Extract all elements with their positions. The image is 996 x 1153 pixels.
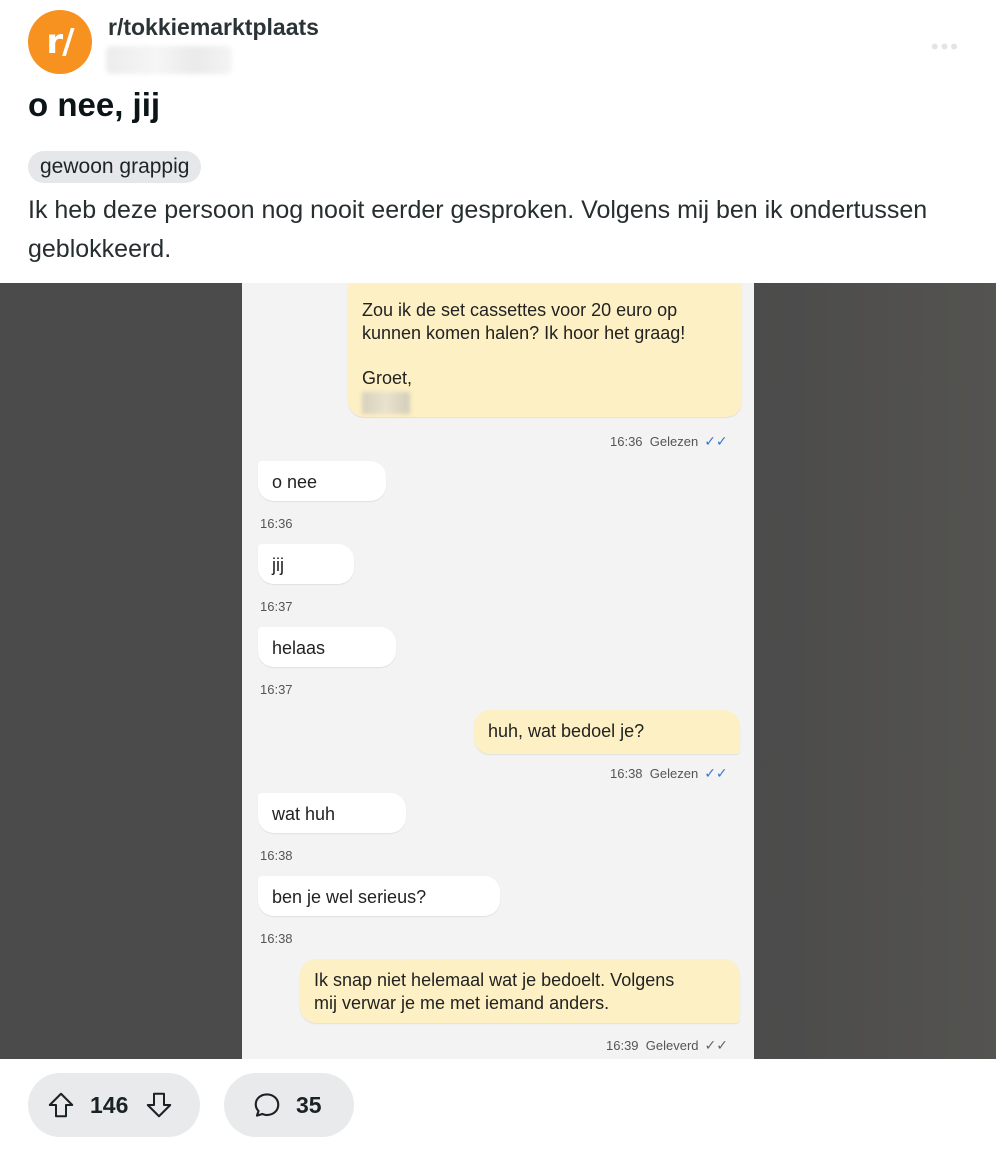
chat-bubble-outgoing: Ik snap niet helemaal wat je bedoelt. Vo… [300,959,740,1023]
message-line: Zou ik de set cassettes voor 20 euro op [362,300,678,320]
subreddit-name[interactable]: r/tokkiemarktplaats [108,14,319,41]
message-timestamp: 16:38 [260,848,293,863]
chat-bubble-outgoing: Zou ik de set cassettes voor 20 euro op … [348,283,742,417]
message-line: Groet, [362,368,413,388]
chat-bubble-incoming: ben je wel serieus? [258,876,500,916]
post-flair[interactable]: gewoon grappig [28,151,202,183]
message-line: kunnen komen halen? Ik hoor het graag! [362,323,686,343]
comment-count: 35 [296,1091,322,1118]
comment-icon [250,1088,284,1122]
chat-bubble-incoming: wat huh [258,793,406,833]
chat-bubble-incoming: jij [258,544,354,584]
message-status: Geleverd [645,1038,699,1053]
message-timestamp: 16:36 Gelezen ✓✓ [610,433,728,449]
double-check-icon: ✓✓ [704,1037,728,1053]
message-timestamp: 16:39 Geleverd ✓✓ [606,1037,728,1053]
redacted-name [362,392,410,414]
downvote-icon[interactable] [142,1088,176,1122]
post-actions-bar: 146 35 [0,1059,996,1153]
vote-count: 146 [90,1091,129,1118]
double-check-icon: ✓✓ [704,433,728,449]
message-timestamp: 16:37 [260,599,293,614]
redacted-username [106,46,232,74]
chat-bubble-outgoing: huh, wat bedoel je? [474,710,740,754]
message-line: Ik snap niet helemaal wat je bedoelt. Vo… [314,970,675,990]
image-background [756,283,996,1059]
message-timestamp: 16:37 [260,682,293,697]
post-header: r/ r/tokkiemarktplaats ••• [28,10,968,80]
message-line: mij verwar je me met iemand anders. [314,993,610,1013]
post-title: o nee, jij [28,86,161,123]
message-timestamp: 16:38 Gelezen ✓✓ [610,765,728,781]
chat-bubble-incoming: helaas [258,627,396,667]
comments-button[interactable]: 35 [224,1073,354,1137]
message-timestamp: 16:38 [260,931,293,946]
vote-control: 146 [28,1073,200,1137]
more-options-icon[interactable]: ••• [931,34,960,60]
chat-screenshot: Zou ik de set cassettes voor 20 euro op … [242,283,754,1059]
message-timestamp: 16:36 [260,516,293,531]
subreddit-avatar[interactable]: r/ [28,10,92,74]
upvote-icon[interactable] [44,1088,78,1122]
post-image[interactable]: Zou ik de set cassettes voor 20 euro op … [0,283,996,1059]
chat-bubble-incoming: o nee [258,461,386,501]
double-check-icon: ✓✓ [704,765,728,781]
message-status: Gelezen [649,434,699,449]
message-status: Gelezen [649,766,699,781]
post-body: Ik heb deze persoon nog nooit eerder ges… [28,196,928,263]
